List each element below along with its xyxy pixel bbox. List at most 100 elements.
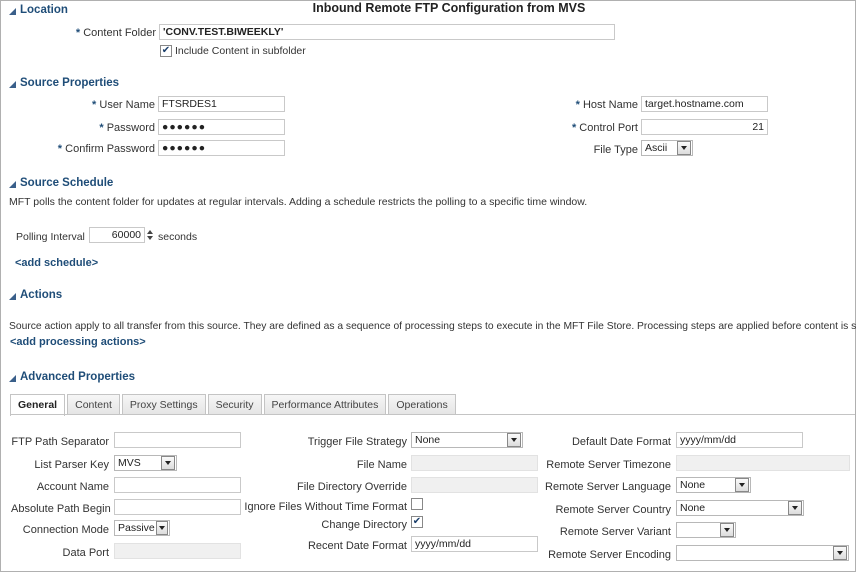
collapse-triangle-icon	[9, 292, 16, 300]
tab-proxy-settings[interactable]: Proxy Settings	[121, 394, 206, 415]
default-date-format-label: Default Date Format	[571, 436, 671, 448]
ignore-files-checkbox[interactable]	[411, 498, 423, 510]
trigger-file-strategy-value: None	[415, 434, 441, 446]
spin-up-icon[interactable]	[147, 230, 153, 234]
remote-server-language-select[interactable]: None	[676, 477, 751, 493]
section-source-schedule-header[interactable]: Source Schedule	[9, 177, 113, 189]
section-advanced-properties-header[interactable]: Advanced Properties	[9, 371, 135, 383]
list-parser-key-label: List Parser Key	[34, 459, 109, 471]
account-name-input[interactable]	[114, 477, 241, 493]
file-type-select[interactable]: Ascii	[641, 140, 693, 156]
user-name-input[interactable]: FTSRDES1	[158, 96, 285, 112]
recent-date-format-label: Recent Date Format	[307, 540, 407, 552]
remote-server-variant-select[interactable]	[676, 522, 736, 538]
file-name-input[interactable]	[411, 455, 538, 471]
section-source-schedule-title: Source Schedule	[20, 177, 114, 189]
host-name-input[interactable]: target.hostname.com	[641, 96, 768, 112]
file-directory-override-label: File Directory Override	[296, 481, 407, 493]
collapse-triangle-icon	[9, 180, 16, 188]
dropdown-arrow-icon	[507, 433, 521, 447]
required-marker: *	[99, 122, 107, 134]
collapse-triangle-icon	[9, 7, 16, 15]
check-mark-icon: ✔	[161, 45, 171, 56]
control-port-input[interactable]: 21	[641, 119, 768, 135]
remote-server-timezone-label: Remote Server Timezone	[546, 459, 671, 471]
list-parser-key-select[interactable]: MVS	[114, 455, 177, 471]
include-subfolder-checkbox[interactable]: ✔	[160, 45, 172, 57]
remote-server-variant-label: Remote Server Variant	[559, 526, 671, 538]
dropdown-arrow-icon	[735, 478, 749, 492]
content-folder-input[interactable]: 'CONV.TEST.BIWEEKLY'	[159, 24, 615, 40]
spin-down-icon[interactable]	[147, 236, 153, 240]
section-advanced-properties-title: Advanced Properties	[20, 371, 136, 383]
section-actions-header[interactable]: Actions	[9, 289, 62, 301]
recent-date-format-input[interactable]: yyyy/mm/dd	[411, 536, 538, 552]
data-port-label: Data Port	[62, 547, 109, 559]
check-mark-icon: ✔	[412, 516, 422, 527]
remote-server-encoding-select[interactable]	[676, 545, 849, 561]
remote-server-country-value: None	[680, 502, 706, 514]
polling-interval-spinner[interactable]	[147, 228, 155, 242]
file-type-label: File Type	[593, 144, 638, 156]
schedule-description: MFT polls the content folder for updates…	[9, 196, 588, 208]
remote-server-country-label: Remote Server Country	[555, 504, 671, 516]
tab-content[interactable]: Content	[67, 394, 120, 415]
dropdown-arrow-icon	[161, 456, 175, 470]
section-source-properties-header[interactable]: Source Properties	[9, 77, 119, 89]
file-directory-override-input[interactable]	[411, 477, 538, 493]
tab-security[interactable]: Security	[207, 394, 262, 415]
trigger-file-strategy-select[interactable]: None	[411, 432, 523, 448]
host-name-label: * Host Name	[575, 99, 638, 111]
password-input[interactable]: ●●●●●●	[158, 119, 285, 135]
password-label: * Password	[99, 122, 155, 134]
ignore-files-label: Ignore Files Without Time Format	[244, 501, 407, 513]
tab-general[interactable]: General	[10, 394, 66, 416]
actions-description: Source action apply to all transfer from…	[9, 321, 856, 332]
file-name-label: File Name	[356, 459, 407, 471]
ftp-path-separator-input[interactable]	[114, 432, 241, 448]
add-processing-actions-link[interactable]: <add processing actions>	[10, 336, 146, 348]
confirm-password-input[interactable]: ●●●●●●	[158, 140, 285, 156]
connection-mode-select[interactable]: Passive	[114, 520, 170, 536]
collapse-triangle-icon	[9, 374, 16, 382]
change-directory-checkbox[interactable]: ✔	[411, 516, 423, 528]
list-parser-key-value: MVS	[118, 457, 141, 469]
remote-server-timezone-input[interactable]	[676, 455, 850, 471]
dropdown-arrow-icon	[833, 546, 847, 560]
section-location-header[interactable]: Location	[9, 4, 68, 16]
remote-server-country-select[interactable]: None	[676, 500, 804, 516]
remote-server-encoding-label: Remote Server Encoding	[548, 549, 671, 561]
required-marker: *	[575, 99, 583, 111]
section-location-title: Location	[20, 4, 68, 16]
section-source-properties-title: Source Properties	[20, 77, 120, 89]
file-type-value: Ascii	[645, 142, 668, 154]
advanced-tab-bar: General Content Proxy Settings Security …	[10, 394, 458, 416]
data-port-input[interactable]	[114, 543, 241, 559]
absolute-path-begin-input[interactable]	[114, 499, 241, 515]
polling-interval-label: Polling Interval	[16, 231, 85, 243]
tab-operations[interactable]: Operations	[388, 394, 456, 415]
confirm-password-label: * Confirm Password	[57, 143, 155, 155]
trigger-file-strategy-label: Trigger File Strategy	[307, 436, 407, 448]
default-date-format-input[interactable]: yyyy/mm/dd	[676, 432, 803, 448]
polling-interval-input[interactable]: 60000	[89, 227, 145, 243]
connection-mode-label: Connection Mode	[22, 524, 109, 536]
absolute-path-begin-label: Absolute Path Begin	[11, 503, 111, 515]
dropdown-arrow-icon	[720, 523, 734, 537]
remote-server-language-value: None	[680, 479, 706, 491]
connection-mode-value: Passive	[118, 522, 155, 534]
remote-server-language-label: Remote Server Language	[545, 481, 671, 493]
change-directory-label: Change Directory	[321, 519, 407, 531]
content-folder-label: * Content Folder	[75, 27, 156, 39]
include-subfolder-label: Include Content in subfolder	[175, 45, 306, 57]
page-title: Inbound Remote FTP Configuration from MV…	[312, 1, 586, 15]
section-actions-title: Actions	[20, 289, 63, 301]
user-name-label: * User Name	[92, 99, 155, 111]
add-schedule-link[interactable]: <add schedule>	[15, 257, 98, 269]
collapse-triangle-icon	[9, 80, 16, 88]
tab-performance-attributes[interactable]: Performance Attributes	[263, 394, 387, 415]
control-port-label: * Control Port	[571, 122, 638, 134]
polling-interval-unit: seconds	[158, 231, 198, 243]
dropdown-arrow-icon	[788, 501, 802, 515]
ftp-path-separator-label: FTP Path Separator	[11, 436, 109, 448]
